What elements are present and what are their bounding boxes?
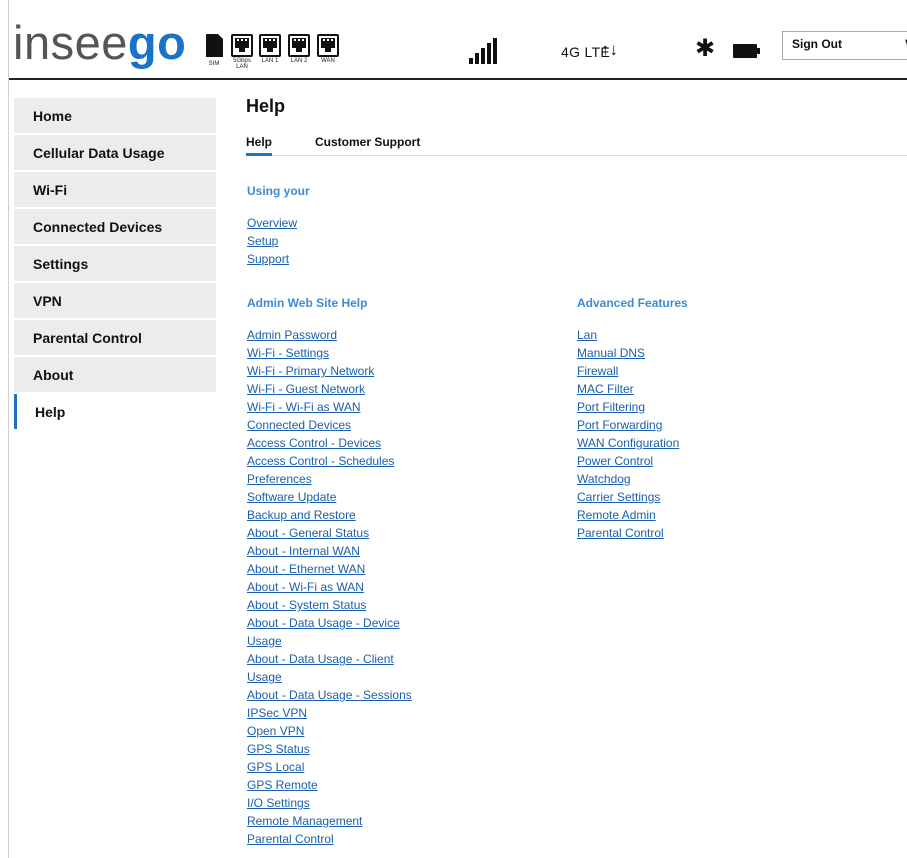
port-label-wan: WAN [321,58,335,64]
port-label-5gbps-lan: 5Gbps LAN [233,58,251,70]
sim-card-icon [206,34,223,57]
admin-help-link[interactable]: Software Update [247,488,417,506]
sidebar-item-vpn[interactable]: VPN [14,283,216,318]
admin-help-link[interactable]: Wi-Fi - Primary Network [247,362,417,380]
admin-help-link[interactable]: Wi-Fi - Wi-Fi as WAN [247,398,417,416]
ethernet-port-icon [231,34,253,57]
admin-help-link[interactable]: About - Ethernet WAN [247,560,417,578]
advanced-feature-link[interactable]: WAN Configuration [577,434,679,452]
advanced-feature-link[interactable]: Port Forwarding [577,416,679,434]
admin-help-link[interactable]: About - General Status [247,524,417,542]
port-label-lan2: LAN 2 [290,58,308,64]
ethernet-port-icon [288,34,310,57]
sidebar-item-connected-devices[interactable]: Connected Devices [14,209,216,244]
sidebar-item-parental-control[interactable]: Parental Control [14,320,216,355]
port-label-lan1: LAN 1 [261,58,279,64]
sidebar-item-about[interactable]: About [14,357,216,392]
admin-help-link[interactable]: About - Data Usage - Client Usage [247,650,417,686]
admin-help-link[interactable]: GPS Status [247,740,417,758]
admin-help-link[interactable]: I/O Settings [247,794,417,812]
section-title-advanced: Advanced Features [577,296,688,310]
admin-help-link[interactable]: Access Control - Schedules [247,452,417,470]
advanced-feature-link[interactable]: Watchdog [577,470,679,488]
sidebar-nav: Home Cellular Data Usage Wi-Fi Connected… [14,98,216,431]
logo-text: insee [13,16,128,69]
admin-help-link[interactable]: Backup and Restore [247,506,417,524]
using-link[interactable]: Setup [247,232,297,250]
ethernet-port-icon [259,34,281,57]
admin-help-link[interactable]: Connected Devices [247,416,417,434]
sidebar-item-settings[interactable]: Settings [14,246,216,281]
admin-help-link[interactable]: About - Wi-Fi as WAN [247,578,417,596]
window-left-border [8,0,9,858]
admin-help-link[interactable]: About - Data Usage - Sessions [247,686,417,704]
advanced-feature-link[interactable]: Power Control [577,452,679,470]
admin-help-link[interactable]: About - Internal WAN [247,542,417,560]
advanced-feature-link[interactable]: Port Filtering [577,398,679,416]
advanced-feature-link[interactable]: Lan [577,326,679,344]
advanced-feature-link[interactable]: Manual DNS [577,344,679,362]
admin-help-link[interactable]: Admin Password [247,326,417,344]
sim-status: SIM [203,34,225,74]
sidebar-item-cellular-data-usage[interactable]: Cellular Data Usage [14,135,216,170]
chevron-down-icon: ∨ [903,34,907,55]
admin-help-link[interactable]: Parental Control [247,830,417,848]
bluetooth-icon: ✱ [695,35,716,62]
sim-label: SIM [208,61,220,67]
admin-help-link[interactable]: Wi-Fi - Settings [247,344,417,362]
admin-help-link[interactable]: GPS Local [247,758,417,776]
advanced-links: Lan Manual DNS Firewall MAC Filter Port Filt… [577,326,679,542]
sidebar-item-wifi[interactable]: Wi-Fi [14,172,216,207]
admin-help-link[interactable]: GPS Remote [247,776,417,794]
advanced-feature-link[interactable]: Parental Control [577,524,679,542]
ethernet-port-icon [317,34,339,57]
main-content: Help Help Customer Support Using your Ov… [246,90,907,846]
using-link[interactable]: Overview [247,214,297,232]
advanced-feature-link[interactable]: Carrier Settings [577,488,679,506]
advanced-feature-link[interactable]: Firewall [577,362,679,380]
advanced-feature-link[interactable]: Remote Admin [577,506,679,524]
admin-help-link[interactable]: Access Control - Devices [247,434,417,452]
logo-accent-text: go [127,16,187,69]
section-title-admin: Admin Web Site Help [247,296,368,310]
inseego-logo: inseego [13,18,186,68]
tab-customer-support[interactable]: Customer Support [315,135,420,149]
tab-bar: Help Customer Support [246,132,907,156]
sidebar-item-home[interactable]: Home [14,98,216,133]
signal-strength-icon [469,38,497,64]
advanced-feature-link[interactable]: MAC Filter [577,380,679,398]
admin-help-link[interactable]: About - Data Usage - Device Usage [247,614,417,650]
top-header: inseego SIM 5Gbps LAN LAN 1 LAN 2 WAN 4G… [9,0,907,80]
tab-help[interactable]: Help [246,135,273,156]
sidebar-item-help[interactable]: Help [14,394,216,429]
sign-out-label: Sign Out [792,37,842,51]
battery-icon [733,44,760,58]
admin-help-link[interactable]: Wi-Fi - Guest Network [247,380,417,398]
admin-help-link[interactable]: Open VPN [247,722,417,740]
admin-help-link[interactable]: About - System Status [247,596,417,614]
sign-out-dropdown[interactable]: Sign Out ∨ [782,31,907,60]
using-link[interactable]: Support [247,250,297,268]
admin-help-link[interactable]: Preferences [247,470,417,488]
page-title: Help [246,96,286,116]
admin-help-link[interactable]: Remote Management [247,812,417,830]
using-links: Overview Setup Support [247,214,297,268]
data-transfer-icon: ↑↓ [601,40,618,59]
admin-links: Admin Password Wi-Fi - Settings Wi-Fi - Pr… [247,326,417,848]
section-title-using: Using your [247,184,310,198]
admin-help-link[interactable]: IPSec VPN [247,704,417,722]
